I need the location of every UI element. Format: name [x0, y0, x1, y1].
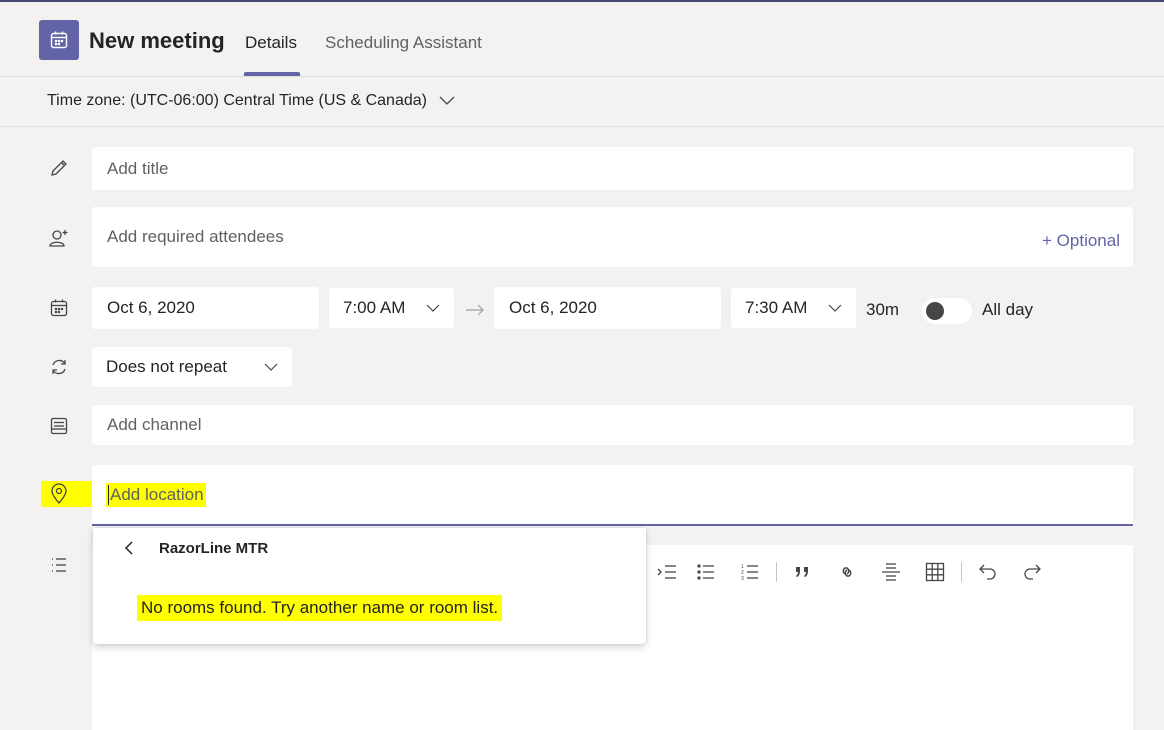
- channel-icon: [47, 414, 71, 438]
- timezone-label: Time zone: (UTC-06:00) Central Time (US …: [47, 92, 427, 109]
- list-details-icon: [47, 553, 71, 577]
- text-caret: [108, 485, 109, 505]
- tab-details[interactable]: Details: [245, 33, 297, 53]
- pencil-icon: [47, 156, 71, 180]
- indent-icon[interactable]: [650, 560, 684, 584]
- start-date-input[interactable]: Oct 6, 2020: [92, 287, 319, 329]
- repeat-icon: [47, 355, 71, 379]
- repeat-select[interactable]: Does not repeat: [92, 347, 292, 387]
- add-person-icon: [47, 226, 71, 250]
- arrow-right-icon: [463, 298, 487, 322]
- header: New meeting Details Scheduling Assistant: [0, 2, 1164, 77]
- start-time-select[interactable]: 7:00 AM: [329, 288, 454, 328]
- attendees-input[interactable]: Add required attendees: [92, 207, 1133, 267]
- horizontal-rule-icon[interactable]: [869, 560, 913, 584]
- undo-icon[interactable]: [966, 560, 1010, 584]
- timezone-selector[interactable]: Time zone: (UTC-06:00) Central Time (US …: [47, 92, 455, 110]
- page-title: New meeting: [89, 28, 225, 53]
- optional-attendees-link[interactable]: + Optional: [1042, 231, 1120, 251]
- duration-label: 30m: [866, 300, 900, 319]
- channel-input[interactable]: Add channel: [92, 405, 1133, 445]
- location-input[interactable]: Add location: [92, 465, 1133, 526]
- toolbar-separator: [961, 562, 962, 582]
- calendar-icon: [47, 296, 71, 320]
- all-day-toggle[interactable]: [922, 298, 972, 324]
- toggle-knob: [926, 302, 944, 320]
- chevron-down-icon: [264, 363, 278, 371]
- location-input-text: Add location: [106, 483, 206, 507]
- end-time-select[interactable]: 7:30 AM: [731, 288, 856, 328]
- location-suggestions-dropdown: RazorLine MTR No rooms found. Try anothe…: [93, 528, 646, 644]
- divider: [0, 126, 1164, 127]
- location-pin-icon: [47, 482, 71, 506]
- end-date-input[interactable]: Oct 6, 2020: [494, 287, 721, 329]
- no-rooms-message: No rooms found. Try another name or room…: [137, 595, 503, 621]
- chevron-down-icon: [439, 96, 455, 105]
- quote-icon[interactable]: [781, 560, 825, 584]
- location-placeholder: Add location: [110, 485, 204, 504]
- bullet-list-icon[interactable]: [684, 560, 728, 584]
- repeat-value: Does not repeat: [106, 357, 227, 376]
- chevron-down-icon: [426, 304, 440, 312]
- editor-toolbar: 123: [650, 560, 1054, 584]
- chevron-down-icon: [828, 304, 842, 312]
- toolbar-separator: [776, 562, 777, 582]
- redo-icon[interactable]: [1010, 560, 1054, 584]
- back-chevron-icon[interactable]: [119, 538, 139, 558]
- svg-text:3: 3: [741, 576, 744, 582]
- title-input[interactable]: Add title: [92, 147, 1133, 190]
- all-day-label: All day: [982, 300, 1034, 319]
- room-list-name: RazorLine MTR: [159, 540, 269, 557]
- tab-scheduling-assistant[interactable]: Scheduling Assistant: [325, 33, 482, 53]
- link-icon[interactable]: [825, 560, 869, 584]
- table-icon[interactable]: [913, 560, 957, 584]
- end-time-value: 7:30 AM: [745, 298, 808, 317]
- active-tab-indicator: [244, 72, 300, 76]
- start-time-value: 7:00 AM: [343, 298, 406, 317]
- calendar-app-icon: [39, 20, 79, 60]
- numbered-list-icon[interactable]: 123: [728, 560, 772, 584]
